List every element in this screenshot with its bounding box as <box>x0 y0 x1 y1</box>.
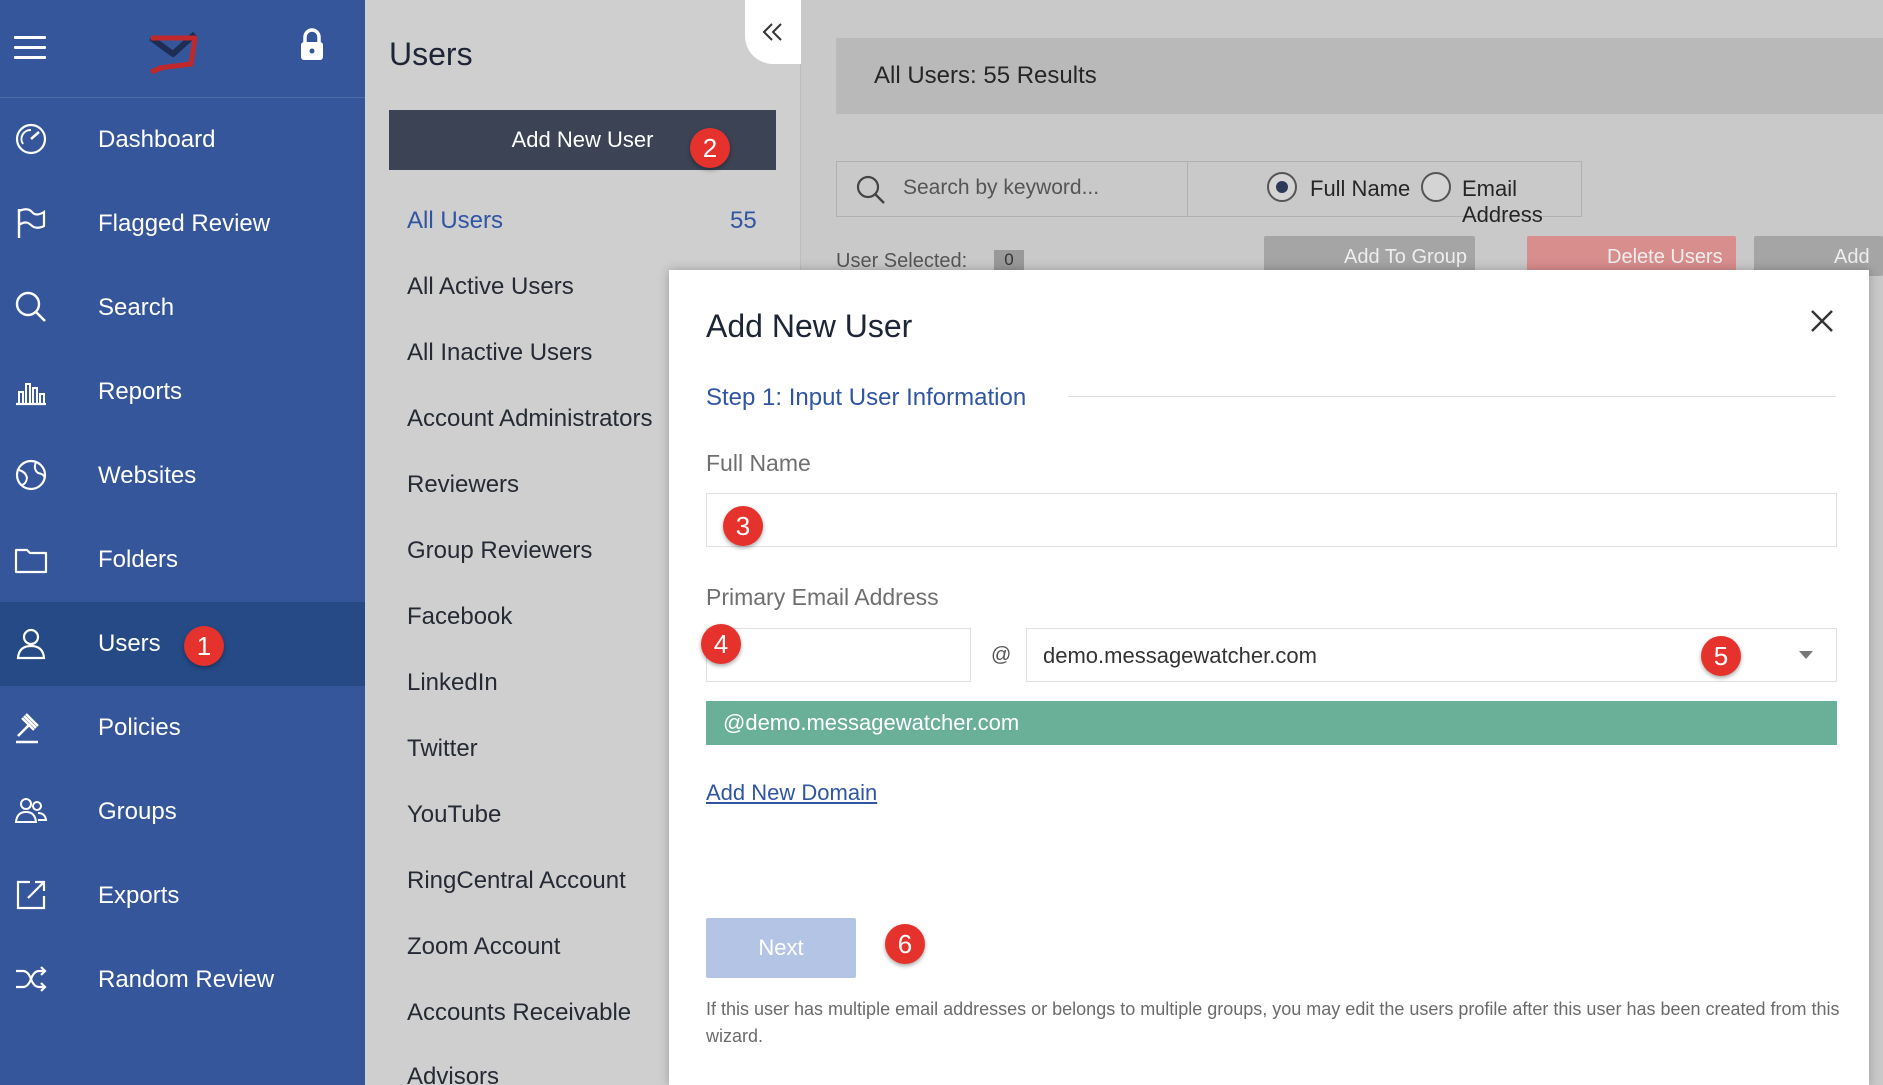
full-name-input[interactable] <box>706 493 1837 547</box>
annotation-badge: 6 <box>885 924 925 964</box>
next-button[interactable]: Next <box>706 918 856 978</box>
sidebar-item-label: Random Review <box>98 966 275 993</box>
annotation-badge: 1 <box>184 626 224 666</box>
shuffle-icon <box>16 966 47 992</box>
bar-chart-icon <box>16 383 46 406</box>
sidebar-item-dashboard[interactable]: Dashboard <box>0 98 365 182</box>
annotation-badge: 2 <box>690 128 730 168</box>
sidebar-item-search[interactable]: Search <box>0 266 365 350</box>
gavel-icon <box>16 713 39 744</box>
modal-title: Add New User <box>706 308 913 344</box>
globe-icon <box>15 459 47 491</box>
results-bar: All Users: 55 Results <box>836 38 1883 114</box>
export-icon <box>16 880 46 910</box>
sidebar-item-label: Folders <box>98 546 179 573</box>
filter-accounts-receivable[interactable]: Accounts Receivable <box>407 999 631 1027</box>
search-icon <box>856 175 885 204</box>
dashboard-icon <box>15 123 47 155</box>
sidebar-item-label: Search <box>98 294 175 321</box>
filter-all-active-users[interactable]: All Active Users <box>407 273 574 301</box>
collapse-panel-button[interactable] <box>745 0 801 64</box>
results-count: All Users: 55 Results <box>874 62 1097 89</box>
step-heading: Step 1: Input User Information <box>706 384 1027 411</box>
page-title: Users <box>389 36 473 72</box>
radio-full-name[interactable] <box>1267 172 1297 202</box>
filter-all-inactive-users[interactable]: All Inactive Users <box>407 339 592 367</box>
sidebar-item-label: Exports <box>98 882 180 909</box>
hamburger-menu-icon[interactable] <box>14 36 46 60</box>
full-name-label: Full Name <box>706 450 811 476</box>
close-icon[interactable] <box>1807 306 1837 336</box>
all-users-count: 55 <box>730 207 757 234</box>
filter-twitter[interactable]: Twitter <box>407 735 478 763</box>
sidebar: Dashboard Flagged Review Search Reports … <box>0 0 365 1085</box>
filter-zoom-account[interactable]: Zoom Account <box>407 933 560 961</box>
search-input[interactable]: Search by keyword... <box>903 176 1099 200</box>
search-icon <box>15 291 46 322</box>
filter-youtube[interactable]: YouTube <box>407 801 501 829</box>
sidebar-item-label: Websites <box>98 462 197 489</box>
filter-account-administrators[interactable]: Account Administrators <box>407 405 652 433</box>
radio-email-address-label: Email Address <box>1462 176 1543 227</box>
divider <box>1187 162 1188 216</box>
sidebar-item-label: Users <box>98 630 161 657</box>
add-new-domain-link[interactable]: Add New Domain <box>706 780 877 806</box>
filter-facebook[interactable]: Facebook <box>407 603 512 631</box>
filter-all-users[interactable]: All Users <box>407 207 503 235</box>
filter-ringcentral-account[interactable]: RingCentral Account <box>407 867 626 895</box>
sidebar-item-label: Policies <box>98 714 181 741</box>
sidebar-item-random-review[interactable]: Random Review <box>0 938 365 1022</box>
annotation-badge: 3 <box>723 506 763 546</box>
folder-icon <box>14 548 48 574</box>
email-username-input[interactable] <box>706 628 971 682</box>
user-selected-count: 0 <box>994 250 1024 270</box>
sidebar-item-reports[interactable]: Reports <box>0 350 365 434</box>
sidebar-item-groups[interactable]: Groups <box>0 770 365 854</box>
flag-icon <box>17 208 46 238</box>
filter-advisors[interactable]: Advisors <box>407 1063 499 1085</box>
radio-email-address[interactable] <box>1421 172 1451 202</box>
radio-full-name-label: Full Name <box>1310 176 1411 201</box>
filter-group-reviewers[interactable]: Group Reviewers <box>407 537 592 565</box>
sidebar-item-flagged-review[interactable]: Flagged Review <box>0 182 365 266</box>
domain-select-value: demo.messagewatcher.com <box>1043 643 1317 668</box>
sidebar-item-label: Dashboard <box>98 126 216 153</box>
help-text: If this user has multiple email addresse… <box>706 999 1840 1046</box>
domain-option[interactable]: @demo.messagewatcher.com <box>706 701 1837 745</box>
sidebar-item-folders[interactable]: Folders <box>0 518 365 602</box>
double-chevron-left-icon <box>762 23 782 41</box>
sidebar-item-policies[interactable]: Policies <box>0 686 365 770</box>
sidebar-item-label: Groups <box>98 798 177 825</box>
user-selected-label: User Selected: <box>836 250 968 270</box>
primary-email-label: Primary Email Address <box>706 584 939 610</box>
sidebar-item-exports[interactable]: Exports <box>0 854 365 938</box>
sidebar-item-users[interactable]: Users <box>0 602 365 686</box>
add-new-user-modal: Add New User Step 1: Input User Informat… <box>669 270 1869 1085</box>
user-icon <box>16 628 46 660</box>
sidebar-item-label: Reports <box>98 378 183 405</box>
chevron-down-icon <box>1799 651 1813 659</box>
sidebar-header <box>0 0 365 98</box>
at-sign: @ <box>991 644 1012 666</box>
filter-reviewers[interactable]: Reviewers <box>407 471 519 499</box>
annotation-badge: 4 <box>701 624 741 664</box>
lock-icon[interactable] <box>298 28 326 62</box>
annotation-badge: 5 <box>1701 636 1741 676</box>
sidebar-item-label: Flagged Review <box>98 210 271 237</box>
search-bar: Search by keyword... Full Name Email Add… <box>836 161 1582 227</box>
groups-icon <box>14 798 48 823</box>
logo-icon <box>149 31 198 74</box>
divider <box>1068 396 1836 397</box>
filter-linkedin[interactable]: LinkedIn <box>407 669 498 697</box>
sidebar-item-websites[interactable]: Websites <box>0 434 365 518</box>
